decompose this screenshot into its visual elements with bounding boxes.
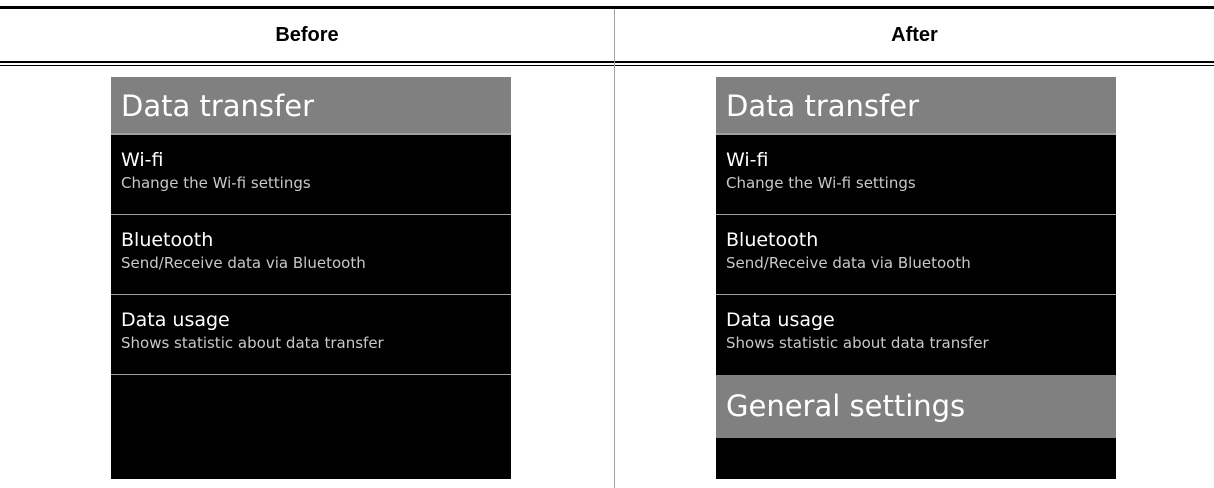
- list-item-title: Bluetooth: [121, 229, 214, 251]
- list-item-title: Data usage: [726, 309, 835, 331]
- list-item-bluetooth[interactable]: Bluetooth Send/Receive data via Bluetoot…: [716, 215, 1116, 295]
- screen-after: Data transfer Wi-fi Change the Wi-fi set…: [716, 77, 1116, 479]
- list-item-data-usage[interactable]: Data usage Shows statistic about data tr…: [716, 295, 1116, 375]
- list-item-wifi[interactable]: Wi-fi Change the Wi-fi settings: [716, 135, 1116, 215]
- column-header-before: Before: [275, 24, 339, 46]
- list-item-subtitle: Send/Receive data via Bluetooth: [726, 254, 971, 272]
- list-item-data-usage[interactable]: Data usage Shows statistic about data tr…: [111, 295, 511, 375]
- list-item-title: Wi-fi: [121, 149, 164, 171]
- header-rule: [0, 61, 1214, 63]
- list-item-title: Bluetooth: [726, 229, 819, 251]
- list-item-title: Data usage: [121, 309, 230, 331]
- list-item-title: Wi-fi: [726, 149, 769, 171]
- list-item-subtitle: Shows statistic about data transfer: [121, 334, 384, 352]
- list-item-subtitle: Send/Receive data via Bluetooth: [121, 254, 366, 272]
- list-item-bluetooth[interactable]: Bluetooth Send/Receive data via Bluetoot…: [111, 215, 511, 295]
- section-header-general-settings: General settings: [716, 375, 1116, 438]
- column-header-after: After: [891, 24, 938, 46]
- column-divider: [614, 9, 615, 488]
- header-rule-thin: [0, 65, 1214, 66]
- list-item-wifi[interactable]: Wi-fi Change the Wi-fi settings: [111, 135, 511, 215]
- table-top-rule: [0, 6, 1214, 9]
- list-item-subtitle: Shows statistic about data transfer: [726, 334, 989, 352]
- title-bar: Data transfer: [111, 77, 511, 135]
- screen-before: Data transfer Wi-fi Change the Wi-fi set…: [111, 77, 511, 479]
- list-item-subtitle: Change the Wi-fi settings: [121, 174, 311, 192]
- list-item-subtitle: Change the Wi-fi settings: [726, 174, 916, 192]
- title-bar: Data transfer: [716, 77, 1116, 135]
